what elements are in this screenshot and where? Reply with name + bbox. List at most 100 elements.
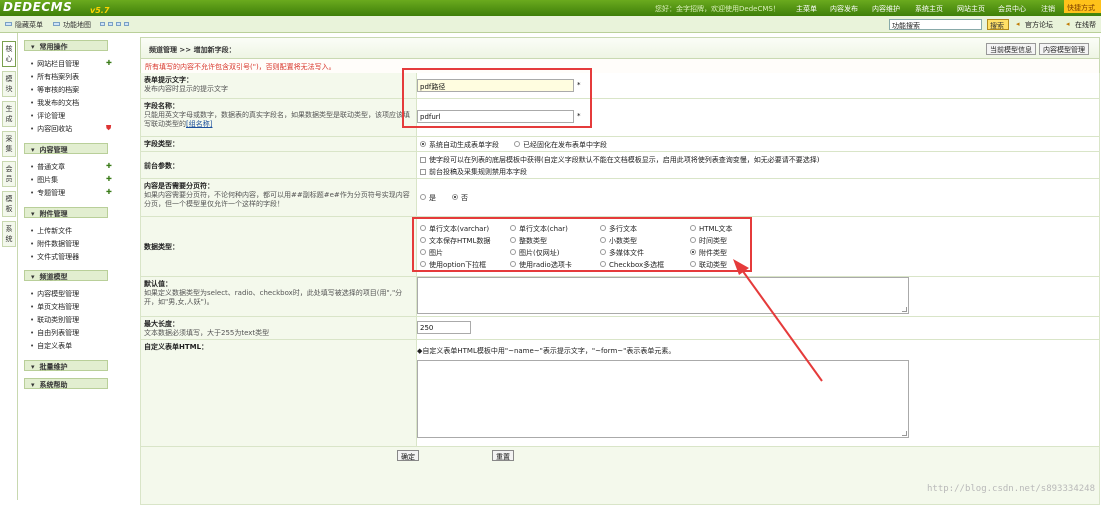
group-channel-models[interactable]: ▾频道模型 bbox=[24, 270, 108, 281]
type-image-radio[interactable]: 图片 bbox=[420, 248, 443, 258]
confirm-button[interactable]: 确定 bbox=[397, 450, 419, 461]
chevron-down-icon: ▾ bbox=[31, 273, 35, 281]
nav-site-home[interactable]: 网站主页 bbox=[957, 4, 985, 14]
type-text-html-radio[interactable]: 文本保存HTML数据 bbox=[420, 236, 490, 246]
sidebar-item-comments[interactable]: 评论管理 bbox=[30, 111, 65, 121]
field-type-fixed-radio[interactable]: 已经固化在发布表单中字段 bbox=[514, 140, 607, 150]
type-attachment-radio[interactable]: 附件类型 bbox=[690, 248, 727, 258]
add-icon[interactable]: ✚ bbox=[106, 59, 112, 67]
layout-1-icon[interactable] bbox=[100, 22, 105, 26]
group-attachments[interactable]: ▾附件管理 bbox=[24, 207, 108, 218]
add-icon[interactable]: ✚ bbox=[106, 175, 112, 183]
sidebar-item-custom-forms[interactable]: 自定义表单 bbox=[30, 341, 72, 351]
online-help-link[interactable]: 在线帮 bbox=[1075, 20, 1096, 30]
chevron-down-icon: ▾ bbox=[31, 43, 35, 51]
radio-checked-icon bbox=[420, 141, 426, 147]
warning-text: 所有填写的内容不允许包含双引号(")，否则配置将无法写入。 bbox=[140, 59, 1100, 73]
sidebar-item-topics[interactable]: 专题管理 bbox=[30, 188, 65, 198]
vtab-core[interactable]: 核心 bbox=[2, 41, 16, 67]
list-template-checkbox[interactable]: 使字段可以在列表的底层模板中获得(自定义字段默认不能在文档模板显示，启用此项将使… bbox=[420, 155, 819, 165]
reset-button[interactable]: 重置 bbox=[492, 450, 514, 461]
paging-yes-radio[interactable]: 是 bbox=[420, 193, 436, 203]
nav-main-menu[interactable]: 主菜单 bbox=[796, 4, 817, 14]
vtab-system[interactable]: 系统 bbox=[2, 221, 16, 247]
layout-3-icon[interactable] bbox=[116, 22, 121, 26]
sidebar-item-pending[interactable]: 等审核的档案 bbox=[30, 85, 79, 95]
hide-menu-link[interactable]: 隐藏菜单 bbox=[15, 20, 43, 30]
group-name-link[interactable]: [组名称] bbox=[186, 120, 212, 128]
group-common-ops[interactable]: ▾常用操作 bbox=[24, 40, 108, 51]
function-search-input[interactable]: 功能搜索 bbox=[889, 19, 982, 30]
nav-publish[interactable]: 内容发布 bbox=[830, 4, 858, 14]
sidebar-item-free-lists[interactable]: 自由列表管理 bbox=[30, 328, 79, 338]
type-image-url-radio[interactable]: 图片(仅网址) bbox=[510, 248, 559, 258]
search-button[interactable]: 搜索 bbox=[987, 19, 1009, 30]
sidebar-item-attach-data[interactable]: 附件数据管理 bbox=[30, 239, 79, 249]
hide-menu-icon bbox=[5, 22, 12, 26]
field-type-auto-radio[interactable]: 系统自动生成表单字段 bbox=[420, 140, 499, 150]
layout-4-icon[interactable] bbox=[124, 22, 129, 26]
field-title: 前台参数： bbox=[144, 161, 413, 171]
sidebar-item-all-docs[interactable]: 所有档案列表 bbox=[30, 72, 79, 82]
sidebar-item-upload[interactable]: 上传新文件 bbox=[30, 226, 72, 236]
nav-maintain[interactable]: 内容维护 bbox=[872, 4, 900, 14]
field-name-input[interactable]: pdfurl bbox=[417, 110, 574, 123]
type-int-radio[interactable]: 整数类型 bbox=[510, 236, 547, 246]
toolbar: 隐藏菜单 功能地图 功能搜索 搜索 ◂ 官方论坛 ◂ 在线帮 bbox=[0, 16, 1101, 33]
add-icon[interactable]: ✚ bbox=[106, 188, 112, 196]
custom-html-textarea[interactable] bbox=[417, 360, 909, 438]
sidebar-item-recycle[interactable]: 内容回收站 bbox=[30, 124, 72, 134]
type-char-radio[interactable]: 单行文本(char) bbox=[510, 224, 568, 234]
sidebar-item-columns[interactable]: 网站栏目管理 bbox=[30, 59, 79, 69]
radio-icon bbox=[514, 141, 520, 147]
group-batch[interactable]: ▾批量维护 bbox=[24, 360, 108, 371]
option-label: 整数类型 bbox=[519, 237, 547, 245]
sidebar-item-content-models[interactable]: 内容模型管理 bbox=[30, 289, 79, 299]
group-content-mgmt[interactable]: ▾内容管理 bbox=[24, 143, 108, 154]
vtab-modules[interactable]: 模块 bbox=[2, 71, 16, 97]
layout-2-icon[interactable] bbox=[108, 22, 113, 26]
quick-shortcut-button[interactable]: 快捷方式 bbox=[1064, 0, 1101, 13]
type-media-radio[interactable]: 多媒体文件 bbox=[600, 248, 644, 258]
sidebar-item-linkage[interactable]: 联动类别管理 bbox=[30, 315, 79, 325]
default-value-textarea[interactable] bbox=[417, 277, 909, 314]
type-datetime-radio[interactable]: 时间类型 bbox=[690, 236, 727, 246]
type-multiline-radio[interactable]: 多行文本 bbox=[600, 224, 637, 234]
frontend-disable-checkbox[interactable]: 前台投稿及采集规则禁用本字段 bbox=[420, 167, 527, 177]
vtab-generate[interactable]: 生成 bbox=[2, 101, 16, 127]
type-checkbox-radio[interactable]: Checkbox多选框 bbox=[600, 260, 664, 270]
type-float-radio[interactable]: 小数类型 bbox=[600, 236, 637, 246]
nav-logout[interactable]: 注销 bbox=[1041, 4, 1055, 14]
option-label: 系统自动生成表单字段 bbox=[429, 141, 499, 149]
type-linkage-radio[interactable]: 联动类型 bbox=[690, 260, 727, 270]
sidebar-item-articles[interactable]: 普通文章 bbox=[30, 162, 65, 172]
field-title: 自定义表单HTML： bbox=[144, 342, 413, 352]
type-varchar-radio[interactable]: 单行文本(varchar) bbox=[420, 224, 489, 234]
sidebar-item-images[interactable]: 图片集 bbox=[30, 175, 58, 185]
option-label: 时间类型 bbox=[699, 237, 727, 245]
type-select-radio[interactable]: 使用option下拉框 bbox=[420, 260, 486, 270]
type-radio-radio[interactable]: 使用radio选项卡 bbox=[510, 260, 572, 270]
vtab-members[interactable]: 会员 bbox=[2, 161, 16, 187]
forum-link[interactable]: 官方论坛 bbox=[1025, 20, 1053, 30]
group-help[interactable]: ▾系统帮助 bbox=[24, 378, 108, 389]
add-icon[interactable]: ✚ bbox=[106, 162, 112, 170]
paging-no-radio[interactable]: 否 bbox=[452, 193, 468, 203]
current-model-info-button[interactable]: 当前模型信息 bbox=[986, 43, 1036, 55]
nav-member-center[interactable]: 会员中心 bbox=[998, 4, 1026, 14]
vtab-collect[interactable]: 采集 bbox=[2, 131, 16, 157]
vtab-label: 采集 bbox=[6, 135, 13, 153]
vtab-templates[interactable]: 模板 bbox=[2, 191, 16, 217]
sidebar-item-file-manager[interactable]: 文件式管理器 bbox=[30, 252, 79, 262]
sidebar-item-single-pages[interactable]: 单页文档管理 bbox=[30, 302, 79, 312]
type-html-radio[interactable]: HTML文本 bbox=[690, 224, 732, 234]
sidebar-item-my-docs[interactable]: 我发布的文档 bbox=[30, 98, 79, 108]
function-map-link[interactable]: 功能地图 bbox=[63, 20, 91, 30]
label-text-input[interactable]: pdf路径 bbox=[417, 79, 574, 92]
checkbox-icon bbox=[420, 157, 426, 163]
radio-icon bbox=[510, 237, 516, 243]
form-footer bbox=[140, 447, 1100, 505]
max-length-input[interactable]: 250 bbox=[417, 321, 471, 334]
nav-system-home[interactable]: 系统主页 bbox=[915, 4, 943, 14]
content-model-manage-button[interactable]: 内容模型管理 bbox=[1039, 43, 1089, 55]
